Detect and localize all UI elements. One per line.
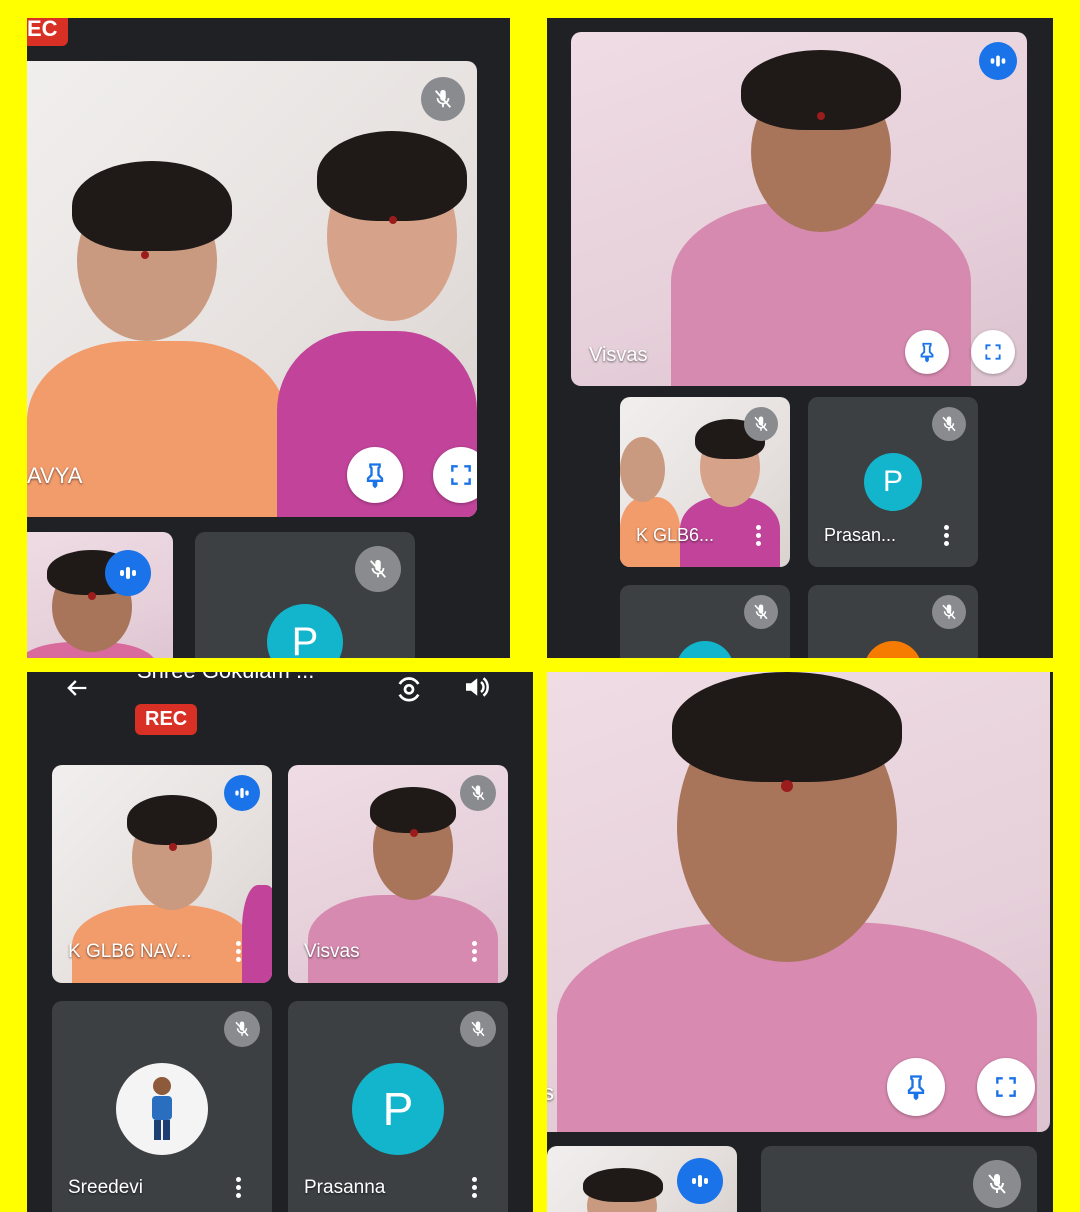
mic-off-icon: [421, 77, 465, 121]
more-vert-icon[interactable]: [756, 525, 762, 549]
participant-tile[interactable]: [27, 532, 173, 658]
fullscreen-button[interactable]: [977, 1058, 1035, 1116]
participant-figure: [27, 61, 477, 517]
participant-name: AVYA: [27, 463, 83, 488]
main-video-tile[interactable]: AVYA: [27, 61, 477, 517]
mic-off-icon: [744, 595, 778, 629]
participant-tile[interactable]: Sreedevi: [52, 1001, 272, 1212]
mic-off-icon: [460, 775, 496, 811]
participant-tile[interactable]: K GLB6 NAV...: [52, 765, 272, 983]
avatar: P: [267, 604, 343, 658]
switch-camera-icon[interactable]: [393, 672, 425, 709]
pin-icon: [907, 1075, 925, 1101]
more-vert-icon[interactable]: [944, 525, 950, 549]
participant-name: K GLB6...: [636, 525, 715, 545]
mic-off-icon: [932, 407, 966, 441]
participant-tile[interactable]: [761, 1146, 1037, 1212]
fullscreen-button[interactable]: [971, 330, 1015, 374]
fullscreen-icon: [996, 1077, 1016, 1097]
main-video-tile[interactable]: Visvas: [571, 32, 1027, 386]
fullscreen-icon: [985, 344, 1001, 360]
avatar: [116, 1063, 208, 1155]
participant-name: K GLB6 NAV...: [68, 941, 192, 962]
mic-off-icon: [224, 1011, 260, 1047]
speaking-indicator-icon: [979, 42, 1017, 80]
speaking-indicator-icon: [677, 1158, 723, 1204]
participant-name: Prasan...: [824, 525, 897, 545]
avatar: P: [864, 453, 922, 511]
participant-name: Prasanna: [304, 1177, 386, 1198]
participant-tile[interactable]: P Prasanna: [288, 1001, 508, 1212]
mic-off-icon: [932, 595, 966, 629]
more-vert-icon[interactable]: [472, 941, 478, 965]
panel-bottom-right: s: [547, 672, 1053, 1212]
mic-off-icon: [744, 407, 778, 441]
speaker-icon[interactable]: [461, 672, 491, 707]
more-vert-icon[interactable]: [472, 1177, 478, 1201]
participant-tile[interactable]: K GLB6...: [620, 397, 790, 567]
speaking-indicator-icon: [224, 775, 260, 811]
pin-button[interactable]: [905, 330, 949, 374]
mic-off-icon: [355, 546, 401, 592]
pin-button[interactable]: [887, 1058, 945, 1116]
fullscreen-icon: [451, 465, 471, 485]
more-vert-icon[interactable]: [236, 1177, 242, 1201]
rec-badge: REC: [135, 704, 198, 735]
speaking-indicator-icon: [105, 550, 151, 596]
panel-top-right: Visvas K GLB6... P Prasan...: [547, 18, 1053, 658]
meeting-title: Shree Gokulam ...: [137, 672, 314, 684]
main-video-tile[interactable]: s: [547, 672, 1050, 1132]
mic-off-icon: [460, 1011, 496, 1047]
pin-icon: [920, 342, 934, 363]
avatar: [864, 641, 922, 658]
participant-tile[interactable]: [620, 585, 790, 658]
participant-tile[interactable]: [808, 585, 978, 658]
avatar: P: [352, 1063, 444, 1155]
panel-top-left: EC AVYA P: [27, 18, 510, 658]
panel-bottom-left: Shree Gokulam ... REC K GLB6 NAV... Visv…: [27, 672, 533, 1212]
mic-off-icon: [973, 1160, 1021, 1208]
rec-badge: EC: [27, 18, 68, 46]
participant-name: s: [547, 1080, 554, 1105]
pin-button[interactable]: [347, 447, 403, 503]
participant-name: Visvas: [304, 941, 360, 962]
avatar: [676, 641, 734, 658]
pin-icon: [366, 463, 384, 489]
back-arrow-icon[interactable]: [63, 674, 91, 707]
participant-tile[interactable]: Visvas: [288, 765, 508, 983]
participant-tile[interactable]: P Prasan...: [808, 397, 978, 567]
participant-name: Visvas: [589, 344, 648, 366]
more-vert-icon[interactable]: [236, 941, 242, 965]
participant-tile[interactable]: P: [195, 532, 415, 658]
participant-tile[interactable]: [547, 1146, 737, 1212]
participant-name: Sreedevi: [68, 1177, 143, 1198]
